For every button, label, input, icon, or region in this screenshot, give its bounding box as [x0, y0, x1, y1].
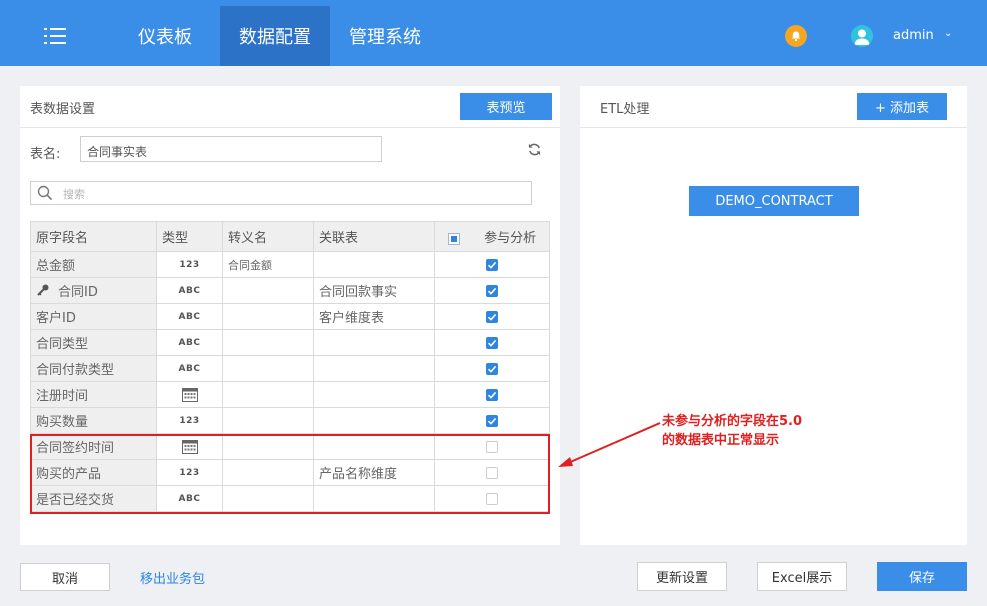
- type-cell: 123: [156, 251, 223, 278]
- chevron-down-icon[interactable]: ⌄: [944, 28, 952, 39]
- divider: [580, 127, 967, 128]
- table-row[interactable]: 合同付款类型 ABC: [30, 355, 550, 382]
- move-out-link[interactable]: 移出业务包: [140, 568, 205, 587]
- nav-admin-system[interactable]: 管理系统: [330, 6, 440, 66]
- search-input[interactable]: 搜索: [30, 181, 532, 205]
- analysis-cell: [434, 303, 550, 330]
- etl-panel: ETL处理 + 添加表 DEMO_CONTRACT: [580, 86, 967, 545]
- top-bar: 仪表板 数据配置 管理系统 admin ⌄: [0, 0, 987, 66]
- panel-title: ETL处理: [600, 102, 650, 117]
- column-header: 关联表: [313, 221, 435, 252]
- relation-cell[interactable]: [313, 355, 435, 382]
- relation-cell[interactable]: [313, 251, 435, 278]
- table-row[interactable]: 合同ID ABC 合同回款事实: [30, 277, 550, 304]
- column-header: 转义名: [222, 221, 314, 252]
- alias-cell[interactable]: [222, 303, 314, 330]
- nav-dashboard[interactable]: 仪表板: [110, 6, 220, 66]
- analysis-header: 参与分析: [434, 221, 550, 252]
- analysis-checkbox[interactable]: [486, 362, 498, 375]
- field-name-cell: 合同ID: [30, 277, 157, 304]
- table-row[interactable]: 客户ID ABC 客户维度表: [30, 303, 550, 330]
- alias-cell[interactable]: [222, 355, 314, 382]
- calendar-icon: [181, 388, 198, 402]
- username[interactable]: admin: [893, 28, 934, 43]
- type-cell: 123: [156, 407, 223, 434]
- alias-cell[interactable]: [222, 277, 314, 304]
- divider: [20, 127, 560, 128]
- field-name-cell: 购买数量: [30, 407, 157, 434]
- excel-button[interactable]: Excel展示: [757, 562, 847, 591]
- table-row[interactable]: 合同类型 ABC: [30, 329, 550, 356]
- field-name-cell: 客户ID: [30, 303, 157, 330]
- column-header: 类型: [156, 221, 223, 252]
- refresh-icon[interactable]: [527, 142, 542, 161]
- analysis-cell: [434, 355, 550, 382]
- analysis-checkbox[interactable]: [486, 284, 498, 297]
- key-icon: [36, 284, 58, 300]
- table-header-row: 原字段名 类型 转义名 关联表 参与分析: [30, 221, 550, 252]
- menu-button[interactable]: [0, 6, 110, 66]
- update-settings-button[interactable]: 更新设置: [637, 562, 727, 591]
- field-name-cell: 合同类型: [30, 329, 157, 356]
- analysis-checkbox[interactable]: [486, 310, 498, 323]
- bell-icon[interactable]: [785, 25, 807, 47]
- relation-cell[interactable]: [313, 407, 435, 434]
- table-row[interactable]: 购买数量 123: [30, 407, 550, 434]
- analysis-checkbox[interactable]: [486, 336, 498, 349]
- search-icon: [37, 185, 53, 201]
- panel-title: 表数据设置: [30, 102, 96, 117]
- table-row[interactable]: 总金额 123 合同金额: [30, 251, 550, 278]
- arrow-icon: [558, 422, 661, 467]
- highlight-box: [30, 434, 550, 514]
- analysis-checkbox[interactable]: [486, 388, 498, 401]
- alias-cell[interactable]: 合同金额: [222, 251, 314, 278]
- type-cell: [156, 381, 223, 408]
- preview-button[interactable]: 表预览: [460, 93, 552, 120]
- alias-cell[interactable]: [222, 407, 314, 434]
- relation-cell[interactable]: 合同回款事实: [313, 277, 435, 304]
- type-cell: ABC: [156, 277, 223, 304]
- type-cell: ABC: [156, 303, 223, 330]
- type-cell: ABC: [156, 329, 223, 356]
- column-header: 原字段名: [30, 221, 157, 252]
- table-row[interactable]: 注册时间: [30, 381, 550, 408]
- menu-icon: [44, 28, 66, 44]
- alias-cell[interactable]: [222, 329, 314, 356]
- demo-contract-table[interactable]: DEMO_CONTRACT: [689, 186, 859, 216]
- relation-cell[interactable]: [313, 329, 435, 356]
- analysis-checkbox[interactable]: [486, 414, 498, 427]
- analysis-cell: [434, 381, 550, 408]
- analysis-cell: [434, 251, 550, 278]
- field-name-cell: 注册时间: [30, 381, 157, 408]
- add-table-button[interactable]: + 添加表: [857, 93, 947, 120]
- cancel-button[interactable]: 取消: [20, 563, 110, 591]
- avatar[interactable]: [851, 25, 873, 47]
- field-name-cell: 总金额: [30, 251, 157, 278]
- relation-cell[interactable]: 客户维度表: [313, 303, 435, 330]
- relation-cell[interactable]: [313, 381, 435, 408]
- analysis-cell: [434, 329, 550, 356]
- save-button[interactable]: 保存: [877, 562, 967, 591]
- annotation-text: 未参与分析的字段在5.0 的数据表中正常显示: [662, 414, 803, 448]
- select-all-checkbox[interactable]: [447, 232, 460, 245]
- type-cell: ABC: [156, 355, 223, 382]
- analysis-cell: [434, 277, 550, 304]
- field-name-cell: 合同付款类型: [30, 355, 157, 382]
- search-placeholder: 搜索: [63, 188, 85, 201]
- table-name-label: 表名:: [30, 147, 61, 162]
- analysis-checkbox[interactable]: [486, 258, 498, 271]
- table-name-input[interactable]: 合同事实表: [80, 136, 382, 162]
- nav-data-config[interactable]: 数据配置: [220, 6, 330, 66]
- analysis-cell: [434, 407, 550, 434]
- alias-cell[interactable]: [222, 381, 314, 408]
